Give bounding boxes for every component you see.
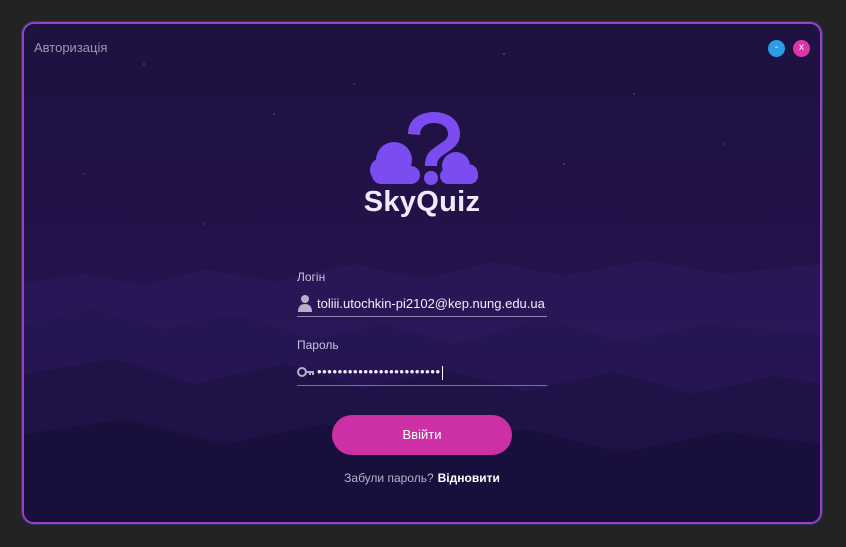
brand-name: SkyQuiz	[363, 186, 481, 218]
password-input[interactable]: ••••••••••••••••••••••••	[317, 364, 547, 380]
cloud-question-icon	[370, 112, 478, 185]
password-field[interactable]: ••••••••••••••••••••••••	[297, 359, 547, 386]
text-caret	[441, 365, 443, 380]
login-button[interactable]: Ввійти	[332, 415, 512, 455]
minimize-button[interactable]: -	[768, 40, 785, 57]
restore-password-link[interactable]: Відновити	[438, 471, 500, 485]
forgot-password-text: Забули пароль?	[344, 471, 434, 485]
password-label: Пароль	[297, 338, 339, 352]
login-input[interactable]: toliii.utochkin-pi2102@kep.nung.edu.ua	[317, 296, 547, 311]
login-label: Логін	[297, 270, 326, 284]
window-title: Авторизація	[34, 40, 108, 55]
user-icon	[298, 295, 312, 312]
key-icon	[297, 367, 314, 377]
close-button[interactable]: x	[793, 40, 810, 57]
forgot-password-row: Забули пароль? Відновити	[324, 471, 520, 485]
password-dots: ••••••••••••••••••••••••	[317, 364, 441, 379]
login-window: Авторизація - x SkyQuiz Логін toliii.uto…	[22, 22, 822, 524]
login-field[interactable]: toliii.utochkin-pi2102@kep.nung.edu.ua	[297, 290, 547, 317]
